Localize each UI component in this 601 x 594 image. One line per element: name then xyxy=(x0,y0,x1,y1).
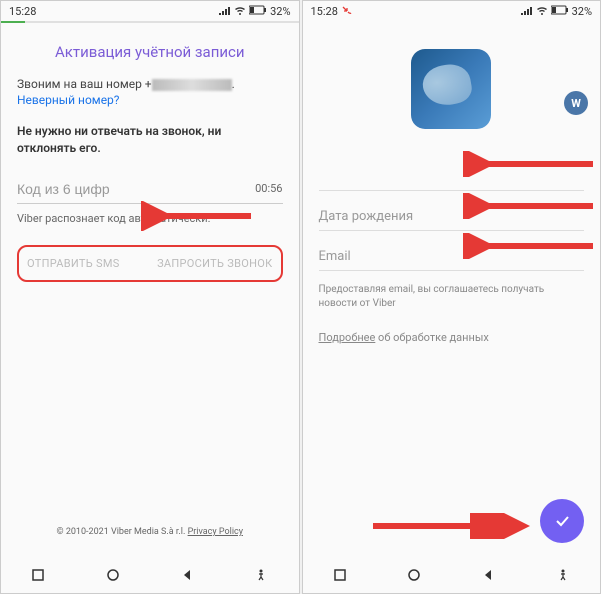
status-bar: 15:28 32% xyxy=(303,1,601,21)
request-call-button[interactable]: ЗАПРОСИТЬ ЗВОНОК xyxy=(157,257,272,270)
vk-icon[interactable]: W xyxy=(564,91,588,115)
wifi-icon xyxy=(536,5,548,18)
wifi-icon xyxy=(234,5,246,18)
more-info-link[interactable]: Подробнее xyxy=(319,331,376,344)
nav-recent-icon[interactable] xyxy=(332,567,348,583)
profile-setup-screen: 15:28 32% W Дата рождения Ema xyxy=(302,0,601,594)
annotation-arrow xyxy=(363,513,533,539)
page-title: Активация учётной записи xyxy=(17,43,283,61)
calling-number-text: Звоним на ваш номер +. xyxy=(17,77,283,91)
confirm-fab[interactable] xyxy=(540,499,584,543)
email-disclaimer: Предоставляя email, вы соглашаетесь полу… xyxy=(319,283,585,311)
nav-bar xyxy=(303,557,601,593)
code-input[interactable] xyxy=(17,181,255,197)
battery-percent: 32% xyxy=(270,5,290,18)
signal-icon xyxy=(219,5,231,18)
footer: © 2010-2021 Viber Media S.à r.l. Privacy… xyxy=(17,519,283,545)
activation-screen: 15:28 32% Активация учётной записи Звони… xyxy=(0,0,300,594)
action-buttons-highlighted: ОТПРАВИТЬ SMS ЗАПРОСИТЬ ЗВОНОК xyxy=(17,245,283,282)
instruction-text: Не нужно ни отвечать на звонок, ни откло… xyxy=(17,123,283,157)
status-time: 15:28 xyxy=(311,5,338,18)
progress-bar xyxy=(1,21,299,23)
missed-call-icon xyxy=(342,6,352,16)
privacy-link[interactable]: Privacy Policy xyxy=(188,527,243,537)
nav-home-icon[interactable] xyxy=(105,567,121,583)
nav-accessibility-icon[interactable] xyxy=(555,567,571,583)
nav-home-icon[interactable] xyxy=(406,567,422,583)
more-info: Подробнее об обработке данных xyxy=(319,331,585,344)
status-time: 15:28 xyxy=(9,5,36,18)
nav-bar xyxy=(1,557,299,593)
annotation-arrow xyxy=(141,201,261,231)
send-sms-button[interactable]: ОТПРАВИТЬ SMS xyxy=(27,257,120,270)
avatar[interactable] xyxy=(411,49,491,129)
nav-accessibility-icon[interactable] xyxy=(253,567,269,583)
nav-back-icon[interactable] xyxy=(480,567,496,583)
signal-icon xyxy=(521,5,533,18)
nav-back-icon[interactable] xyxy=(179,567,195,583)
redacted-phone xyxy=(152,79,232,91)
battery-percent: 32% xyxy=(572,5,592,18)
battery-icon xyxy=(249,5,267,18)
annotation-arrow xyxy=(463,233,601,259)
annotation-arrow xyxy=(463,193,601,219)
status-bar: 15:28 32% xyxy=(1,1,299,21)
wrong-number-link[interactable]: Неверный номер? xyxy=(17,93,283,107)
battery-icon xyxy=(551,5,569,18)
nav-recent-icon[interactable] xyxy=(30,567,46,583)
annotation-arrow xyxy=(463,151,601,177)
countdown-timer: 00:56 xyxy=(255,182,282,195)
